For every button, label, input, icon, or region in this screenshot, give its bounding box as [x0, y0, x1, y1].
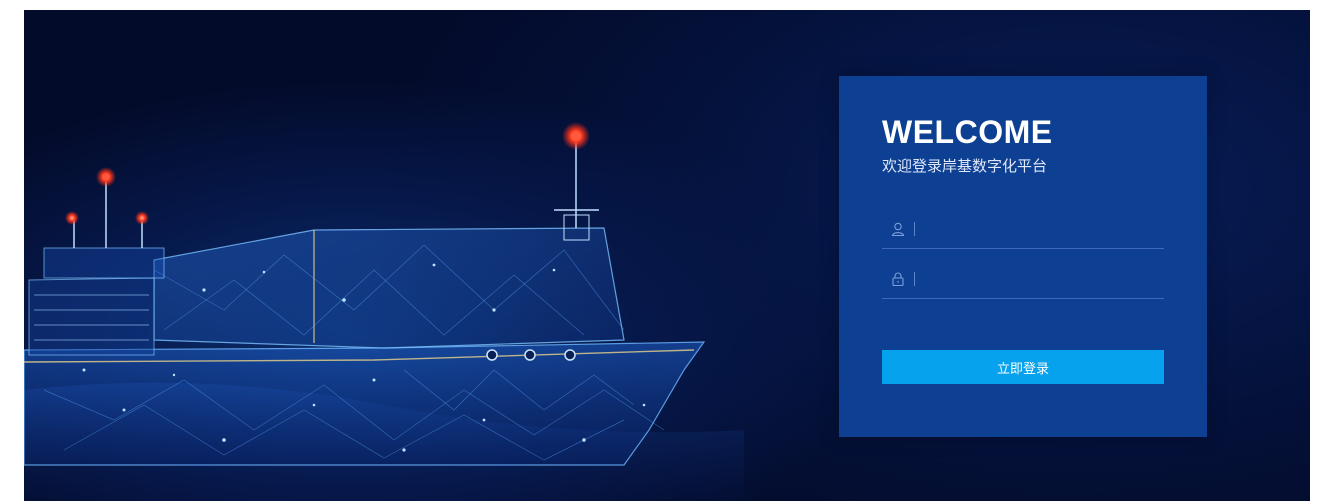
username-input[interactable] [915, 214, 1164, 244]
welcome-title: WELCOME [882, 114, 1053, 150]
password-field[interactable] [882, 260, 1164, 299]
login-background: WELCOME 欢迎登录岸基数字化平台 立即登录 [24, 10, 1310, 501]
password-input[interactable] [915, 264, 1164, 294]
ship-illustration [24, 122, 744, 501]
lock-icon [888, 269, 908, 289]
login-button[interactable]: 立即登录 [882, 350, 1164, 384]
platform-subtitle: 欢迎登录岸基数字化平台 [882, 157, 1048, 175]
user-icon [888, 219, 908, 239]
username-field[interactable] [882, 210, 1164, 249]
login-panel: WELCOME 欢迎登录岸基数字化平台 立即登录 [839, 76, 1207, 437]
